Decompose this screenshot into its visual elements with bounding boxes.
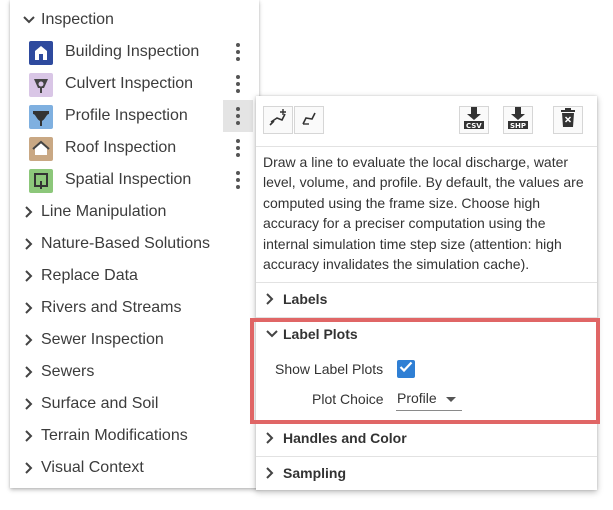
shp-label: SHP	[510, 122, 527, 130]
description-text: Draw a line to evaluate the local discha…	[263, 154, 584, 273]
toolbar-divider	[256, 146, 597, 147]
tree-item-label: Sewers	[41, 363, 95, 380]
plot-choice-select[interactable]: Profile	[396, 388, 462, 411]
tree-item-terrain-modifications[interactable]: Terrain Modifications	[10, 420, 259, 452]
download-csv-button[interactable]: CSV	[459, 106, 489, 134]
checkmark-icon	[399, 360, 413, 378]
tree-item-label: Sewer Inspection	[41, 331, 164, 348]
more-options-icon[interactable]	[223, 68, 253, 100]
chevron-right-icon[interactable]	[22, 228, 36, 260]
profile-inspection-icon	[29, 105, 53, 129]
building-inspection-icon	[29, 41, 53, 65]
tree-item-nature-based-solutions[interactable]: Nature-Based Solutions	[10, 228, 259, 260]
tree-item-label: Visual Context	[41, 459, 144, 476]
delete-button[interactable]	[553, 106, 583, 134]
popup-toolbar: CSV SHP	[256, 96, 597, 146]
tree-item-label: Spatial Inspection	[65, 171, 192, 188]
tree-item-label: Surface and Soil	[41, 395, 159, 412]
chevron-right-icon[interactable]	[22, 356, 36, 388]
tree-item-label: Line Manipulation	[41, 203, 167, 220]
section-labels[interactable]: Labels	[256, 282, 597, 316]
chevron-right-icon[interactable]	[22, 452, 36, 484]
more-options-icon[interactable]	[223, 132, 253, 164]
section-title: Labels	[283, 291, 328, 307]
tree-item-label: Nature-Based Solutions	[41, 235, 210, 252]
show-label-plots-label: Show Label Plots	[275, 361, 384, 377]
section-title: Label Plots	[283, 326, 358, 342]
tree-item-label: Roof Inspection	[65, 139, 177, 156]
tree-item-roof-inspection[interactable]: Roof Inspection	[10, 132, 259, 164]
tree-item-sewers[interactable]: Sewers	[10, 356, 259, 388]
draw-line-button[interactable]	[263, 106, 293, 134]
section-label-plots[interactable]: Label Plots	[256, 317, 597, 351]
dropdown-arrow-icon	[446, 397, 456, 402]
chevron-right-icon[interactable]	[22, 388, 36, 420]
chevron-right-icon[interactable]	[22, 324, 36, 356]
show-label-plots-checkbox[interactable]	[397, 360, 415, 378]
tree-item-inspection[interactable]: Inspection	[10, 4, 259, 36]
tree-item-spatial-inspection[interactable]: Spatial Inspection	[10, 164, 259, 196]
tree-item-replace-data[interactable]: Replace Data	[10, 260, 259, 292]
download-csv-icon	[462, 106, 486, 135]
tree-item-rivers-and-streams[interactable]: Rivers and Streams	[10, 292, 259, 324]
tree-item-label: Culvert Inspection	[65, 75, 194, 92]
edit-line-button[interactable]	[294, 106, 324, 134]
download-shp-icon	[506, 106, 530, 135]
chevron-right-icon[interactable]	[22, 420, 36, 452]
plot-choice-value: Profile	[397, 390, 437, 406]
more-options-icon[interactable]	[223, 100, 253, 132]
section-sampling[interactable]: Sampling	[256, 456, 597, 490]
tree-item-profile-inspection[interactable]: Profile Inspection	[10, 100, 259, 132]
tree-item-building-inspection[interactable]: Building Inspection	[10, 36, 259, 68]
more-options-icon[interactable]	[223, 36, 253, 68]
chevron-down-icon[interactable]	[22, 4, 36, 36]
trash-icon	[560, 107, 576, 133]
section-title: Sampling	[283, 465, 347, 481]
edit-line-icon	[299, 109, 319, 132]
tree-item-surface-and-soil[interactable]: Surface and Soil	[10, 388, 259, 420]
section-title: Handles and Color	[283, 430, 407, 446]
tree-item-label: Replace Data	[41, 267, 138, 284]
roof-inspection-icon	[29, 137, 53, 161]
chevron-down-icon	[266, 317, 278, 351]
spatial-inspection-icon	[29, 169, 53, 193]
culvert-inspection-icon	[29, 73, 53, 97]
chevron-right-icon[interactable]	[22, 292, 36, 324]
tree-item-label: Terrain Modifications	[41, 427, 188, 444]
chevron-right-icon	[266, 421, 274, 455]
chevron-right-icon	[266, 282, 274, 316]
tree-item-sewer-inspection[interactable]: Sewer Inspection	[10, 324, 259, 356]
tree-item-culvert-inspection[interactable]: Culvert Inspection	[10, 68, 259, 100]
plot-choice-label: Plot Choice	[312, 391, 384, 407]
chevron-right-icon[interactable]	[22, 260, 36, 292]
draw-line-icon	[268, 108, 288, 132]
chevron-right-icon	[266, 456, 274, 490]
more-options-icon[interactable]	[223, 164, 253, 196]
tree-item-label: Rivers and Streams	[41, 299, 182, 316]
tree-item-visual-context[interactable]: Visual Context	[10, 452, 259, 484]
profile-inspection-popup: CSV SHP Draw a line to evaluate the loca…	[256, 96, 597, 490]
tree-panel: Inspection Building Inspection Culvert I…	[10, 0, 259, 488]
section-handles-and-color[interactable]: Handles and Color	[256, 421, 597, 455]
tree-item-label: Building Inspection	[65, 43, 200, 60]
tree-item-line-manipulation[interactable]: Line Manipulation	[10, 196, 259, 228]
chevron-right-icon[interactable]	[22, 196, 36, 228]
download-shp-button[interactable]: SHP	[503, 106, 533, 134]
tree-item-label: Inspection	[41, 11, 114, 28]
tree-item-label: Profile Inspection	[65, 107, 188, 124]
csv-label: CSV	[466, 122, 482, 130]
